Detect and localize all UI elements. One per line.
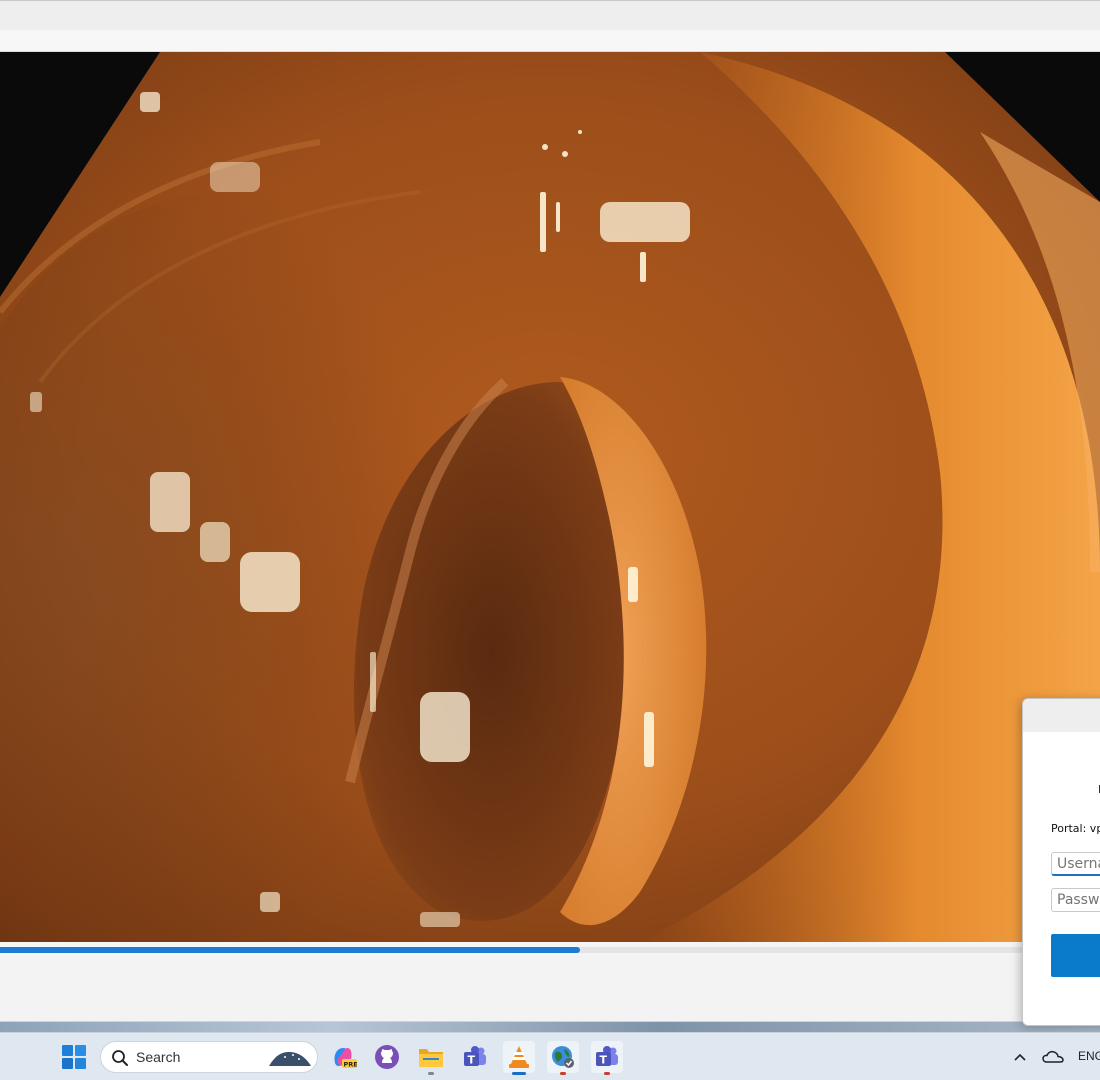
vpn-login-dialog: Portal: vp	[1022, 698, 1100, 1026]
teams-work-icon[interactable]: T	[591, 1041, 623, 1075]
copilot-icon[interactable]: PRE	[327, 1041, 359, 1073]
svg-text:T: T	[600, 1054, 608, 1067]
endoscopy-video-image	[0, 52, 1100, 942]
vlc-active-indicator	[512, 1072, 526, 1075]
dialog-title-bar	[1023, 699, 1100, 732]
search-highlight-art-icon	[269, 1052, 311, 1066]
search-label: Search	[136, 1049, 181, 1065]
window-menu-bar	[0, 30, 1100, 52]
seek-bar[interactable]	[0, 942, 1100, 956]
video-frame[interactable]	[0, 52, 1100, 942]
chevron-up-icon[interactable]	[1006, 1041, 1034, 1073]
teams-icon[interactable]: T	[459, 1041, 491, 1073]
vpn-globe-icon[interactable]	[547, 1041, 579, 1075]
taskbar: Search PRE T T ENG	[0, 1032, 1100, 1080]
onedrive-cloud-icon[interactable]	[1038, 1041, 1068, 1073]
desktop-wallpaper-strip	[0, 1022, 1100, 1032]
svg-text:T: T	[468, 1054, 476, 1067]
search-icon	[112, 1050, 128, 1066]
windows-start-icon[interactable]	[58, 1041, 90, 1073]
connect-button[interactable]	[1051, 934, 1100, 977]
github-icon[interactable]	[371, 1041, 403, 1073]
window-title-bar	[0, 0, 1100, 30]
seek-progress-fill	[0, 947, 580, 953]
taskbar-search-box[interactable]: Search	[100, 1041, 318, 1073]
portal-label: Portal: vp	[1051, 822, 1100, 835]
file-explorer-icon[interactable]	[415, 1041, 447, 1075]
vpn-attention-indicator	[560, 1072, 566, 1075]
vlc-icon[interactable]	[503, 1041, 535, 1075]
svg-text:PRE: PRE	[344, 1061, 358, 1069]
username-field[interactable]	[1051, 852, 1100, 876]
explorer-running-indicator	[428, 1072, 434, 1075]
player-controls-area	[0, 956, 1100, 1022]
teams-attention-indicator	[604, 1072, 610, 1075]
password-field[interactable]	[1051, 888, 1100, 912]
language-indicator[interactable]: ENG	[1078, 1049, 1100, 1063]
